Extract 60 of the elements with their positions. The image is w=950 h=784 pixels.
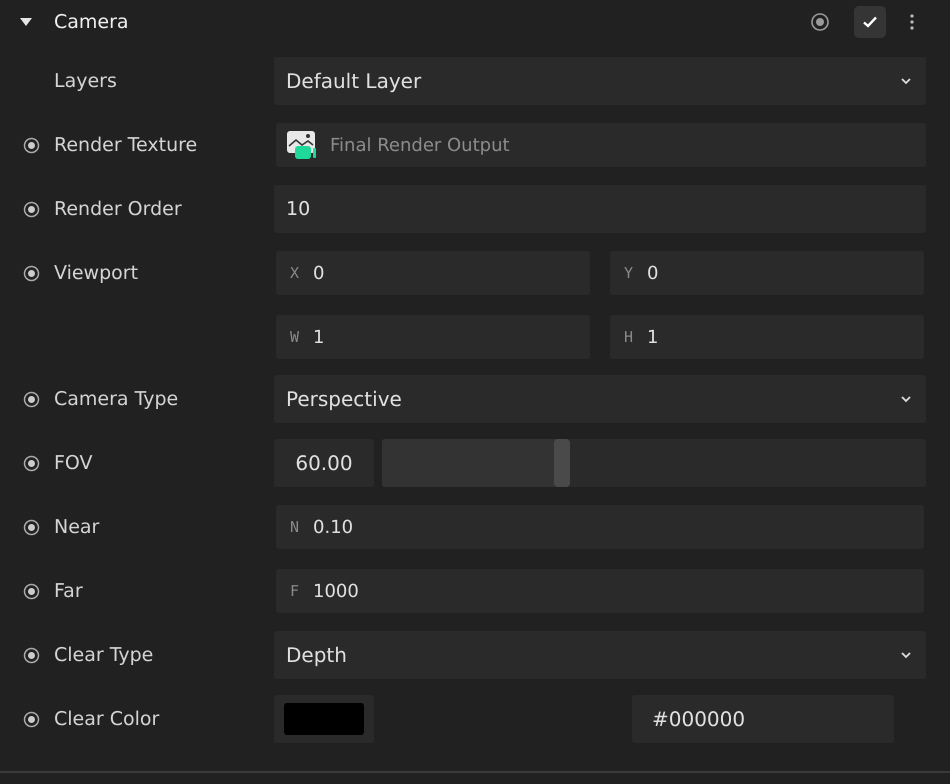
radio-dot-icon[interactable]	[23, 136, 40, 154]
number-field[interactable]: N 0.10	[276, 505, 924, 549]
field-value: 0.10	[313, 516, 354, 538]
collapse-triangle-icon[interactable]	[19, 17, 33, 27]
field-value: 1	[313, 326, 324, 348]
target-icon[interactable]	[810, 12, 830, 32]
property-label: Layers	[54, 70, 117, 92]
chevron-down-icon	[900, 395, 912, 403]
dropdown[interactable]: Default Layer	[274, 57, 926, 105]
field-value: 0	[313, 262, 324, 284]
property-label: Viewport	[54, 262, 138, 284]
axis-label: H	[624, 328, 634, 346]
property-label: Near	[54, 516, 100, 538]
chevron-down-icon	[900, 651, 912, 659]
component-title: Camera	[54, 11, 129, 33]
axis-label: F	[290, 582, 300, 600]
property-label: Render Order	[54, 198, 182, 220]
property-label: Clear Color	[54, 708, 160, 730]
number-field[interactable]: F 1000	[276, 569, 924, 613]
number-field[interactable]: 60.00	[274, 439, 374, 487]
axis-label: W	[290, 328, 300, 346]
color-swatch[interactable]	[274, 695, 374, 743]
dropdown-value: Default Layer	[286, 69, 422, 93]
radio-dot-icon[interactable]	[23, 264, 40, 282]
hex-field[interactable]: #000000	[632, 695, 894, 743]
slider-track[interactable]	[382, 439, 926, 487]
property-label: Render Texture	[54, 134, 198, 156]
property-label: FOV	[54, 452, 93, 474]
dropdown-value: Perspective	[286, 387, 402, 411]
dropdown[interactable]: Perspective	[274, 375, 926, 423]
axis-label: X	[290, 264, 300, 282]
property-label: Camera Type	[54, 388, 178, 410]
vector-field[interactable]: H 1	[610, 315, 924, 359]
radio-dot-icon[interactable]	[23, 582, 40, 600]
field-value: 0	[647, 262, 658, 284]
radio-dot-icon[interactable]	[23, 518, 40, 536]
radio-dot-icon[interactable]	[23, 454, 40, 472]
number-field[interactable]: 10	[274, 185, 926, 233]
dropdown[interactable]: Depth	[274, 631, 926, 679]
radio-dot-icon[interactable]	[23, 646, 40, 664]
enable-checkbox[interactable]	[854, 6, 886, 38]
vector-field[interactable]: X 0	[276, 251, 590, 295]
radio-dot-icon[interactable]	[23, 710, 40, 728]
property-label: Far	[54, 580, 83, 602]
more-options-icon[interactable]	[910, 14, 914, 30]
chevron-down-icon	[900, 77, 912, 85]
radio-dot-icon[interactable]	[23, 390, 40, 408]
slider-thumb[interactable]	[554, 439, 570, 487]
dropdown-value: Depth	[286, 643, 347, 667]
asset-name: Final Render Output	[330, 134, 510, 156]
axis-label: N	[290, 518, 300, 536]
vector-field[interactable]: W 1	[276, 315, 590, 359]
axis-label: Y	[624, 264, 634, 282]
asset-field[interactable]: Final Render Output	[276, 123, 926, 167]
vector-field[interactable]: Y 0	[610, 251, 924, 295]
property-label: Clear Type	[54, 644, 154, 666]
radio-dot-icon[interactable]	[23, 200, 40, 218]
field-value: 1	[647, 326, 658, 348]
field-value: 1000	[313, 580, 359, 602]
image-asset-icon	[286, 130, 316, 160]
